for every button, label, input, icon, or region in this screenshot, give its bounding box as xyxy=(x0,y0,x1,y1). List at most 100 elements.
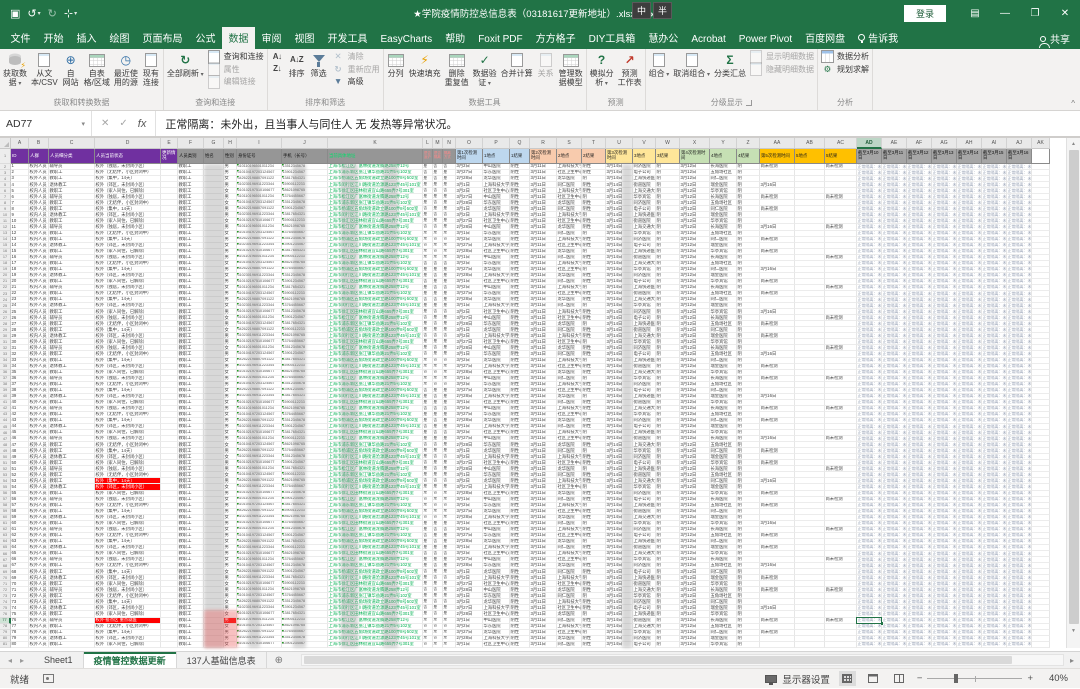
cell-AB81[interactable] xyxy=(795,642,825,648)
ungroup-button[interactable]: 取消组合 ▾ xyxy=(671,49,712,97)
new-sheet-button[interactable]: ⊕ xyxy=(267,652,291,668)
tab-acrobat[interactable]: Acrobat xyxy=(685,31,732,49)
cell-AI81[interactable]: 正常隔离：未外出，且当事人与同住人 无 发热等异常状况。 xyxy=(982,642,1007,648)
enter-button[interactable]: ✓ xyxy=(119,118,127,129)
ribbon-display-options-button[interactable]: ▤ xyxy=(960,0,990,27)
tab-developer[interactable]: 开发工具 xyxy=(321,27,374,49)
what-if-analysis-button[interactable]: ?模拟分 析 ▾ xyxy=(588,49,616,97)
manage-data-model-button[interactable]: 管理数 据模型 xyxy=(557,49,585,97)
ime-width-badge[interactable]: 半 xyxy=(653,2,672,19)
refresh-all-button[interactable]: ↻全部刷新 ▾ xyxy=(165,49,206,97)
column-header-AJ[interactable]: AJ xyxy=(1007,138,1032,149)
cell-AC81[interactable] xyxy=(825,642,857,648)
cancel-button[interactable]: ✕ xyxy=(101,118,109,129)
column-header-AD[interactable]: AD xyxy=(857,138,882,149)
column-header-AI[interactable]: AI xyxy=(982,138,1007,149)
dialog-launcher-icon[interactable] xyxy=(746,100,752,106)
field-header-N[interactable]: 隔离方式 xyxy=(443,149,456,164)
tab-formulas[interactable]: 公式 xyxy=(189,27,222,49)
row-header-1[interactable]: 1 xyxy=(0,149,11,164)
tab-baidu-netdisk[interactable]: 百度网盘 xyxy=(799,27,852,49)
column-header-L[interactable]: L xyxy=(423,138,433,149)
column-header-X[interactable]: X xyxy=(680,138,710,149)
cell-N81[interactable]: 是 xyxy=(443,642,456,648)
cell-AG81[interactable]: 正常隔离：未外出，且当事人与同住人 无 发热等异常状况。 xyxy=(932,642,957,648)
cell-K81[interactable]: 上海市徐汇区田林街道宜山路655弄7号301室 xyxy=(328,642,423,648)
share-button[interactable]: 共享 xyxy=(1040,31,1070,49)
sheet-tab-epidemic-update[interactable]: 疫情管控数据更新 xyxy=(84,652,177,668)
column-header-N[interactable]: N xyxy=(443,138,456,149)
tab-help[interactable]: 帮助 xyxy=(439,27,472,49)
field-header-C[interactable]: 人员细分类 xyxy=(49,149,95,164)
tab-review[interactable]: 审阅 xyxy=(255,27,288,49)
normal-view-button[interactable] xyxy=(839,671,856,686)
column-header-K[interactable]: K xyxy=(328,138,423,149)
field-header-Y[interactable]: 4地点 xyxy=(710,149,737,164)
field-header-Q[interactable]: 1结果 xyxy=(510,149,530,164)
field-header-V[interactable]: 3地点 xyxy=(633,149,656,164)
column-header-AC[interactable]: AC xyxy=(825,138,857,149)
field-header-M[interactable]: 是否隔离 xyxy=(433,149,443,164)
cell-Q81[interactable]: 阴性 xyxy=(510,642,530,648)
text-to-columns-button[interactable]: 分列 xyxy=(385,49,407,97)
column-header-B[interactable]: B xyxy=(29,138,49,149)
queries-connections-button[interactable]: 查询和连接 xyxy=(206,51,266,62)
forecast-sheet-button[interactable]: ↗预测 工作表 xyxy=(616,49,644,97)
field-header-AB[interactable]: 5地点 xyxy=(795,149,825,164)
horizontal-scrollbar[interactable] xyxy=(301,654,1064,666)
cell-R81[interactable]: 3月11日 xyxy=(530,642,557,648)
column-header-T[interactable]: T xyxy=(582,138,606,149)
next-sheet-icon[interactable]: ▸ xyxy=(20,656,24,665)
cell-O81[interactable]: 3月1日 xyxy=(456,642,483,648)
insert-function-button[interactable]: fx xyxy=(138,118,147,130)
sheet-tab-basic-info[interactable]: 137人基础信息表 xyxy=(177,652,267,668)
cell-AF81[interactable]: 正常隔离：未外出，且当事人与同住人 无 发热等异常状况。 xyxy=(907,642,932,648)
horizontal-scroll-thumb[interactable] xyxy=(304,656,1012,664)
field-header-T[interactable]: 2结果 xyxy=(582,149,606,164)
cell-X81[interactable]: 3月12日 xyxy=(680,642,710,648)
consolidate-button[interactable]: 合并计算 xyxy=(499,49,535,97)
cell-AH81[interactable]: 正常隔离：未外出，且当事人与同住人 无 发热等异常状况。 xyxy=(957,642,982,648)
cell-E81[interactable] xyxy=(161,642,178,648)
column-header-M[interactable]: M xyxy=(433,138,443,149)
column-header-U[interactable]: U xyxy=(606,138,633,149)
field-header-AF[interactable]: 截至3月12日 xyxy=(907,149,932,164)
cell-S81[interactable]: 同仁医院 xyxy=(557,642,582,648)
display-settings-button[interactable]: 显示器设置 xyxy=(765,672,830,686)
column-header-H[interactable]: H xyxy=(224,138,237,149)
column-header-Y[interactable]: Y xyxy=(710,138,737,149)
field-header-O[interactable]: 第1次检测时间 xyxy=(456,149,483,164)
scroll-up-icon[interactable]: ▲ xyxy=(1067,138,1080,149)
column-header-AG[interactable]: AG xyxy=(932,138,957,149)
tab-ffcell[interactable]: 方方格子 xyxy=(529,27,582,49)
column-header-AK[interactable]: AK xyxy=(1032,138,1050,149)
restore-button[interactable]: ❐ xyxy=(1020,0,1050,27)
column-header-AF[interactable]: AF xyxy=(907,138,932,149)
prev-sheet-icon[interactable]: ◂ xyxy=(8,656,12,665)
field-header-AD[interactable]: 截至3月10日 xyxy=(857,149,882,164)
group-button[interactable]: 组合 ▾ xyxy=(647,49,672,97)
field-header-P[interactable]: 1地点 xyxy=(483,149,510,164)
column-header-E[interactable]: E xyxy=(161,138,178,149)
zoom-out-button[interactable]: − xyxy=(917,673,923,684)
field-header-W[interactable]: 3结果 xyxy=(656,149,680,164)
tab-data[interactable]: 数据 xyxy=(222,27,255,49)
column-header-G[interactable]: G xyxy=(204,138,224,149)
cell-B81[interactable]: 校外人员 xyxy=(29,642,49,648)
subtotal-button[interactable]: Σ分类汇总 xyxy=(712,49,748,97)
cell-Z81[interactable]: 阴 xyxy=(737,642,760,648)
from-table-range-button[interactable]: 自表 格/区域 xyxy=(82,49,112,97)
cell-AA81[interactable] xyxy=(760,642,795,648)
data-analysis-button[interactable]: 数据分析 xyxy=(819,51,871,62)
scroll-down-icon[interactable]: ▼ xyxy=(1067,625,1080,636)
macro-record-icon[interactable] xyxy=(43,674,54,683)
zoom-thumb[interactable] xyxy=(954,674,958,683)
cell-H81[interactable]: 女 xyxy=(224,642,237,648)
column-header-AA[interactable]: AA xyxy=(760,138,795,149)
cell-A81[interactable]: 80 xyxy=(11,642,29,648)
tab-foxit-pdf[interactable]: Foxit PDF xyxy=(472,31,529,49)
vertical-scrollbar[interactable]: ▲ ▼ xyxy=(1066,138,1080,648)
sort-ascending-button[interactable]: A↓ xyxy=(269,51,286,62)
undo-button[interactable]: ↺▾ xyxy=(27,7,40,20)
field-header-F[interactable]: 人员类别 xyxy=(178,149,204,164)
